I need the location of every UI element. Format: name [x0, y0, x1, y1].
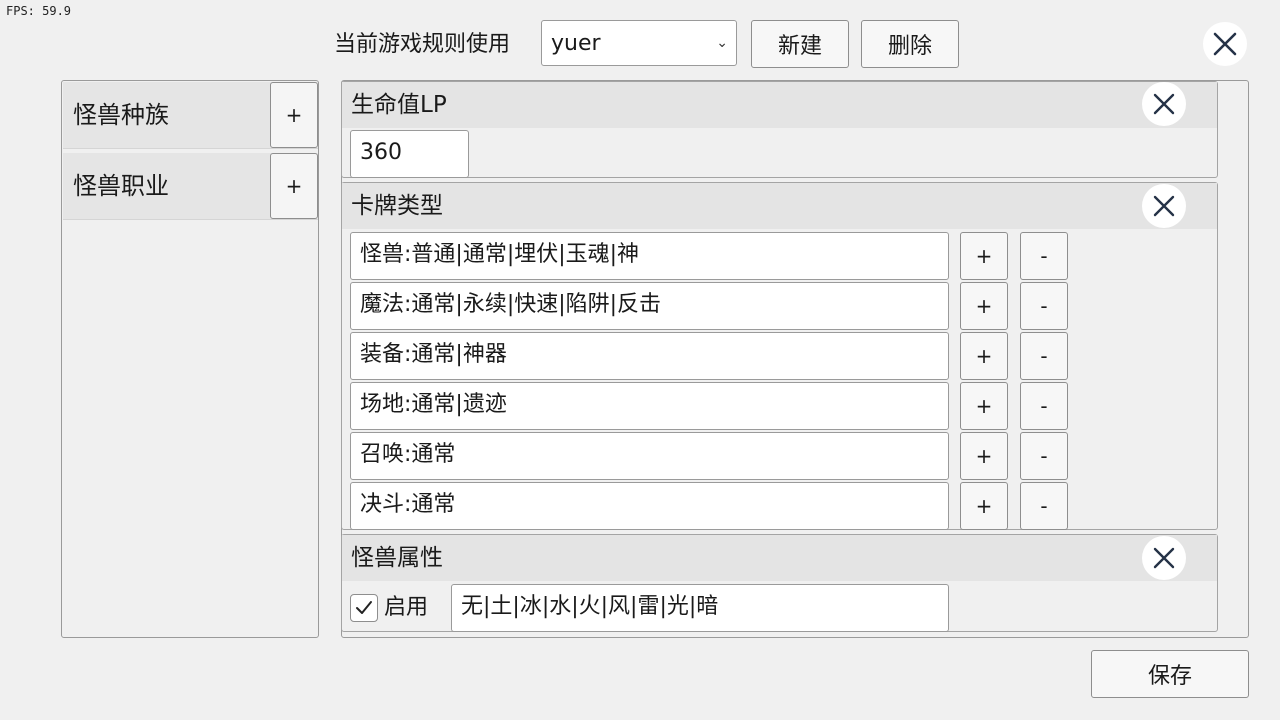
close-attributes-section-button[interactable]: [1142, 536, 1186, 580]
fps-counter: FPS: 59.9: [6, 4, 72, 18]
section-title: 怪兽属性: [351, 545, 443, 571]
remove-card-type-button[interactable]: -: [1020, 432, 1068, 480]
close-icon: [1153, 547, 1175, 569]
add-card-type-button[interactable]: +: [960, 432, 1008, 480]
card-type-input[interactable]: 魔法:通常|永续|快速|陷阱|反击: [350, 282, 949, 330]
sidebar-item-monster-race[interactable]: 怪兽种族 +: [63, 82, 318, 149]
attributes-enable-label: 启用: [384, 595, 429, 620]
attributes-section-header: 怪兽属性: [342, 535, 1217, 581]
delete-rule-button[interactable]: 删除: [861, 20, 959, 68]
sidebar-item-label: 怪兽职业: [73, 172, 169, 200]
close-icon: [1213, 32, 1237, 56]
sidebar-item-label: 怪兽种族: [73, 101, 169, 129]
save-button[interactable]: 保存: [1091, 650, 1249, 698]
lp-section-header: 生命值LP: [342, 82, 1217, 128]
add-class-button[interactable]: +: [270, 153, 318, 219]
add-card-type-button[interactable]: +: [960, 232, 1008, 280]
close-window-button[interactable]: [1203, 22, 1247, 66]
card-type-input[interactable]: 决斗:通常: [350, 482, 949, 530]
card-type-input[interactable]: 怪兽:普通|通常|埋伏|玉魂|神: [350, 232, 949, 280]
rule-select[interactable]: yuer ⌄: [541, 20, 737, 66]
category-list-panel: 怪兽种族 + 怪兽职业 +: [61, 80, 319, 638]
close-lp-section-button[interactable]: [1142, 82, 1186, 126]
close-card-types-section-button[interactable]: [1142, 184, 1186, 228]
chevron-down-icon: ⌄: [716, 35, 728, 51]
attributes-enable-checkbox[interactable]: [350, 594, 378, 622]
remove-card-type-button[interactable]: -: [1020, 332, 1068, 380]
sidebar-item-monster-class[interactable]: 怪兽职业 +: [63, 153, 318, 220]
new-rule-button[interactable]: 新建: [751, 20, 849, 68]
add-race-button[interactable]: +: [270, 82, 318, 148]
rule-label: 当前游戏规则使用: [334, 32, 511, 57]
attributes-input[interactable]: 无|土|冰|水|火|风|雷|光|暗: [451, 584, 949, 632]
card-type-input[interactable]: 召唤:通常: [350, 432, 949, 480]
lp-section: 生命值LP: [341, 81, 1218, 178]
card-types-section-header: 卡牌类型: [342, 183, 1217, 229]
card-type-input[interactable]: 场地:通常|遗迹: [350, 382, 949, 430]
lp-value-input[interactable]: 360: [350, 130, 469, 178]
add-card-type-button[interactable]: +: [960, 482, 1008, 530]
check-icon: [356, 601, 372, 614]
section-title: 卡牌类型: [351, 193, 443, 219]
add-card-type-button[interactable]: +: [960, 382, 1008, 430]
rule-select-value: yuer: [551, 31, 601, 56]
section-title: 生命值LP: [351, 92, 447, 118]
remove-card-type-button[interactable]: -: [1020, 282, 1068, 330]
remove-card-type-button[interactable]: -: [1020, 232, 1068, 280]
add-card-type-button[interactable]: +: [960, 282, 1008, 330]
remove-card-type-button[interactable]: -: [1020, 382, 1068, 430]
card-type-input[interactable]: 装备:通常|神器: [350, 332, 949, 380]
close-icon: [1153, 195, 1175, 217]
remove-card-type-button[interactable]: -: [1020, 482, 1068, 530]
add-card-type-button[interactable]: +: [960, 332, 1008, 380]
close-icon: [1153, 93, 1175, 115]
